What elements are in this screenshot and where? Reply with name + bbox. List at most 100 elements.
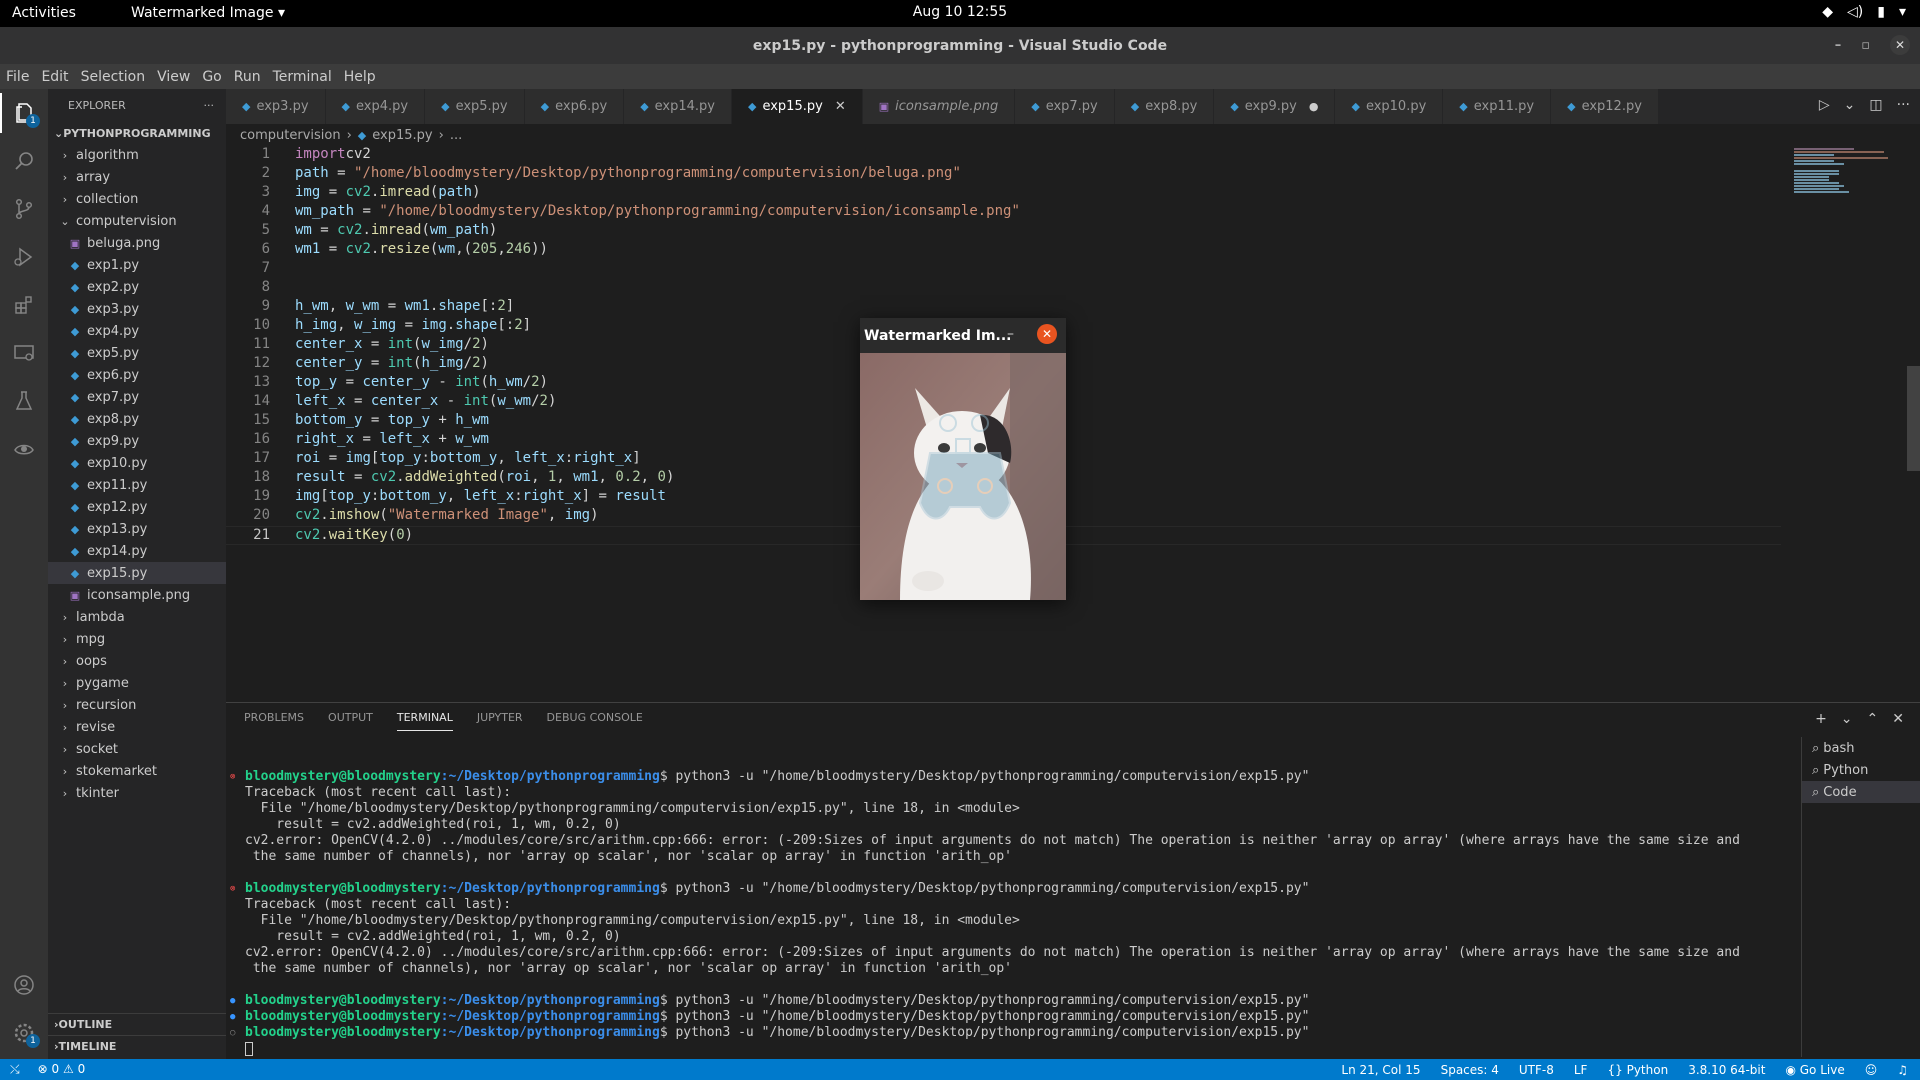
outline-section[interactable]: › OUTLINE bbox=[48, 1013, 226, 1035]
command-decoration-icon[interactable]: ● bbox=[230, 993, 235, 1009]
command-failed-icon[interactable]: ⊗ bbox=[230, 769, 235, 785]
close-panel-icon[interactable]: ✕ bbox=[1892, 711, 1904, 727]
timeline-section[interactable]: › TIMELINE bbox=[48, 1035, 226, 1057]
image-window-title[interactable]: Watermarked Im... bbox=[860, 318, 1066, 353]
tab-exp10-py[interactable]: ◆ exp10.py bbox=[1335, 89, 1444, 124]
tree-item[interactable]: ⌄ computervision bbox=[48, 210, 226, 232]
menu-go[interactable]: Go bbox=[196, 69, 227, 85]
menu-view[interactable]: View bbox=[151, 69, 196, 85]
editor-scrollbar[interactable] bbox=[1907, 146, 1920, 702]
search-icon[interactable] bbox=[0, 141, 48, 181]
tab-output[interactable]: OUTPUT bbox=[328, 711, 373, 731]
chevron-down-icon[interactable]: ⌄ bbox=[1844, 97, 1856, 113]
watermarked-image-window[interactable]: Watermarked Im... – ✕ bbox=[860, 318, 1066, 600]
tree-item[interactable]: › pygame bbox=[48, 672, 226, 694]
terminal-cursor-line[interactable] bbox=[230, 1041, 1800, 1057]
code-line[interactable]: 6 wm1 = cv2.resize(wm,(205,246)) bbox=[226, 241, 1781, 260]
menu-edit[interactable]: Edit bbox=[35, 69, 74, 85]
system-tray[interactable]: ◆ ◁) ▮ ▾ bbox=[1822, 4, 1906, 20]
tree-item[interactable]: ◆ exp2.py bbox=[48, 276, 226, 298]
testing-icon[interactable] bbox=[0, 381, 48, 421]
encoding[interactable]: UTF-8 bbox=[1519, 1063, 1554, 1077]
code-line[interactable]: 4 wm_path = "/home/bloodmystery/Desktop/p… bbox=[226, 203, 1781, 222]
tab-exp12-py[interactable]: ◆ exp12.py bbox=[1551, 89, 1659, 124]
tree-item[interactable]: ◆ exp15.py bbox=[48, 562, 226, 584]
notifications-icon[interactable]: ♫ bbox=[1897, 1063, 1908, 1077]
extensions-icon[interactable] bbox=[0, 285, 48, 325]
tree-item[interactable]: ◆ exp8.py bbox=[48, 408, 226, 430]
menu-selection[interactable]: Selection bbox=[75, 69, 152, 85]
tree-item[interactable]: › oops bbox=[48, 650, 226, 672]
breadcrumb-symbol[interactable]: ... bbox=[450, 128, 462, 143]
cursor-position[interactable]: Ln 21, Col 15 bbox=[1341, 1063, 1420, 1077]
tree-item[interactable]: › recursion bbox=[48, 694, 226, 716]
tree-item[interactable]: ◆ exp4.py bbox=[48, 320, 226, 342]
tab-exp7-py[interactable]: ◆ exp7.py bbox=[1015, 89, 1115, 124]
split-editor-icon[interactable]: ◫ bbox=[1869, 97, 1882, 113]
run-python-icon[interactable]: ▷ bbox=[1819, 97, 1830, 113]
terminal-item-python[interactable]: ⌕ Python bbox=[1802, 759, 1920, 781]
tree-item[interactable]: › array bbox=[48, 166, 226, 188]
code-line[interactable]: 9 h_wm, w_wm = wm1.shape[:2] bbox=[226, 298, 1781, 317]
code-line[interactable]: 8 bbox=[226, 279, 1781, 298]
code-line[interactable]: 3 img = cv2.imread(path) bbox=[226, 184, 1781, 203]
breadcrumb-file[interactable]: exp15.py bbox=[372, 128, 432, 143]
tab-problems[interactable]: PROBLEMS bbox=[244, 711, 304, 731]
close-window-button[interactable]: ✕ bbox=[1890, 35, 1910, 55]
tree-item[interactable]: ◆ exp13.py bbox=[48, 518, 226, 540]
tree-item[interactable]: ◆ exp7.py bbox=[48, 386, 226, 408]
terminal-output[interactable]: ⊗ bloodmystery@bloodmystery:~/Desktop/pyt… bbox=[230, 769, 1800, 1059]
menu-file[interactable]: File bbox=[0, 69, 35, 85]
menu-help[interactable]: Help bbox=[338, 69, 382, 85]
indentation[interactable]: Spaces: 4 bbox=[1441, 1063, 1499, 1077]
tree-item[interactable]: ◆ exp12.py bbox=[48, 496, 226, 518]
tree-item[interactable]: ◆ exp6.py bbox=[48, 364, 226, 386]
scrollbar-thumb[interactable] bbox=[1907, 366, 1920, 471]
tab-iconsample-png[interactable]: ▣ iconsample.png bbox=[862, 89, 1016, 124]
tree-item[interactable]: ◆ exp10.py bbox=[48, 452, 226, 474]
run-debug-icon[interactable] bbox=[0, 237, 48, 277]
command-decoration-icon[interactable]: ○ bbox=[230, 1025, 235, 1041]
tree-item[interactable]: › socket bbox=[48, 738, 226, 760]
tree-item[interactable]: › revise bbox=[48, 716, 226, 738]
tree-item[interactable]: ◆ exp3.py bbox=[48, 298, 226, 320]
python-interpreter[interactable]: 3.8.10 64-bit bbox=[1688, 1063, 1765, 1077]
code-line[interactable]: 1 importcv2 bbox=[226, 146, 1781, 165]
menu-terminal[interactable]: Terminal bbox=[267, 69, 338, 85]
go-live-button[interactable]: ◉ Go Live bbox=[1785, 1063, 1844, 1077]
project-root[interactable]: ⌄ PYTHONPROGRAMMING bbox=[48, 122, 226, 144]
tree-item[interactable]: › tkinter bbox=[48, 782, 226, 804]
tab-debug-console[interactable]: DEBUG CONSOLE bbox=[547, 711, 643, 731]
remote-indicator-icon[interactable]: ⤯ bbox=[10, 1062, 20, 1077]
tab-exp4-py[interactable]: ◆ exp4.py bbox=[325, 89, 426, 124]
language-mode[interactable]: {} Python bbox=[1607, 1063, 1668, 1077]
command-failed-icon[interactable]: ⊗ bbox=[230, 881, 235, 897]
problems-status[interactable]: ⊗ 0 ⚠ 0 bbox=[38, 1062, 86, 1077]
menu-run[interactable]: Run bbox=[228, 69, 267, 85]
tab-exp14-py[interactable]: ◆ exp14.py bbox=[624, 89, 732, 124]
tree-item[interactable]: ◆ exp14.py bbox=[48, 540, 226, 562]
new-terminal-icon[interactable]: + bbox=[1815, 711, 1827, 727]
explorer-icon[interactable]: 1 bbox=[0, 93, 48, 133]
clock[interactable]: Aug 10 12:55 bbox=[913, 4, 1007, 20]
tab-exp8-py[interactable]: ◆ exp8.py bbox=[1114, 89, 1215, 124]
tab-exp11-py[interactable]: ◆ exp11.py bbox=[1443, 89, 1552, 124]
unsaved-dot-icon[interactable]: ● bbox=[1309, 100, 1319, 113]
tree-item[interactable]: ◆ exp1.py bbox=[48, 254, 226, 276]
maximize-window-button[interactable]: ▫ bbox=[1861, 38, 1870, 53]
image-window-close-button[interactable]: ✕ bbox=[1037, 324, 1057, 344]
source-control-icon[interactable] bbox=[0, 189, 48, 229]
more-actions-icon[interactable]: ··· bbox=[204, 99, 215, 112]
tab-exp3-py[interactable]: ◆ exp3.py bbox=[226, 89, 326, 124]
chevron-down-icon[interactable]: ⌄ bbox=[1841, 711, 1853, 727]
tree-item[interactable]: ◆ exp5.py bbox=[48, 342, 226, 364]
minimize-window-button[interactable]: – bbox=[1835, 38, 1842, 53]
terminal-item-bash[interactable]: ⌕ bash bbox=[1802, 737, 1920, 759]
code-line[interactable]: 5 wm = cv2.imread(wm_path) bbox=[226, 222, 1781, 241]
tree-item[interactable]: ◆ exp9.py bbox=[48, 430, 226, 452]
tree-item[interactable]: › stokemarket bbox=[48, 760, 226, 782]
end-of-line[interactable]: LF bbox=[1574, 1063, 1588, 1077]
settings-gear-icon[interactable]: 1 bbox=[0, 1013, 48, 1053]
tab-exp15-py[interactable]: ◆ exp15.py ✕ bbox=[732, 89, 863, 124]
minimap[interactable] bbox=[1792, 146, 1888, 196]
